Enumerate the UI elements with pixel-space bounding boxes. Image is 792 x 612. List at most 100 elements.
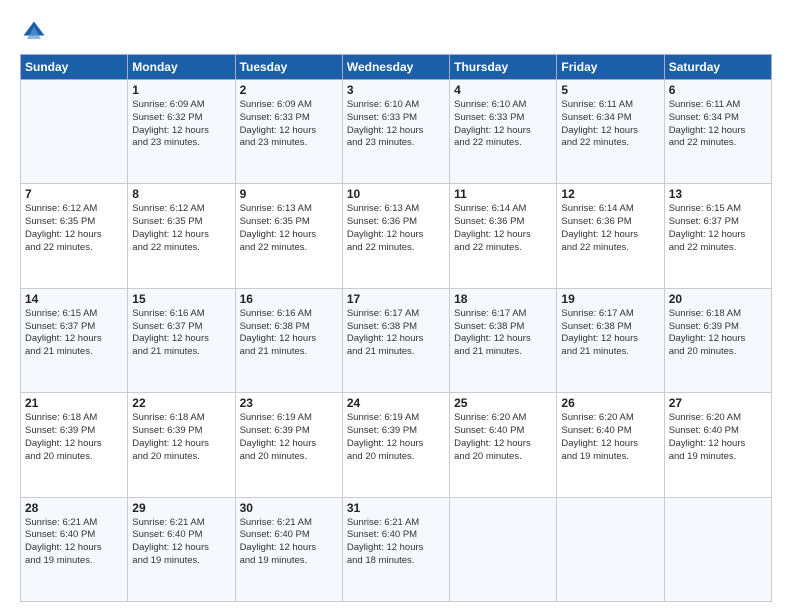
calendar-week-row: 21Sunrise: 6:18 AM Sunset: 6:39 PM Dayli… — [21, 393, 772, 497]
day-number: 22 — [132, 396, 230, 410]
day-info: Sunrise: 6:15 AM Sunset: 6:37 PM Dayligh… — [669, 203, 767, 254]
calendar-cell: 9 Sunrise: 6:13 AM Sunset: 6:35 PM Daylig… — [235, 184, 342, 288]
day-info: Sunrise: 6:16 AM Sunset: 6:38 PM Dayligh… — [240, 308, 338, 359]
calendar-cell: 10 Sunrise: 6:13 AM Sunset: 6:36 PM Dayli… — [342, 184, 449, 288]
day-info: Sunrise: 6:21 AM Sunset: 6:40 PM Dayligh… — [240, 517, 338, 568]
calendar-cell: 4 Sunrise: 6:10 AM Sunset: 6:33 PM Daylig… — [450, 80, 557, 184]
day-info: Sunrise: 6:17 AM Sunset: 6:38 PM Dayligh… — [347, 308, 445, 359]
calendar-cell: 24 Sunrise: 6:19 AM Sunset: 6:39 PM Dayli… — [342, 393, 449, 497]
day-info: Sunrise: 6:19 AM Sunset: 6:39 PM Dayligh… — [347, 412, 445, 463]
calendar-cell — [450, 497, 557, 601]
day-number: 2 — [240, 83, 338, 97]
day-number: 3 — [347, 83, 445, 97]
logo-icon — [20, 18, 48, 46]
day-number: 18 — [454, 292, 552, 306]
day-info: Sunrise: 6:18 AM Sunset: 6:39 PM Dayligh… — [132, 412, 230, 463]
calendar-day-header: Tuesday — [235, 55, 342, 80]
calendar-cell: 30 Sunrise: 6:21 AM Sunset: 6:40 PM Dayli… — [235, 497, 342, 601]
calendar-cell: 29 Sunrise: 6:21 AM Sunset: 6:40 PM Dayli… — [128, 497, 235, 601]
day-info: Sunrise: 6:15 AM Sunset: 6:37 PM Dayligh… — [25, 308, 123, 359]
calendar-cell: 3 Sunrise: 6:10 AM Sunset: 6:33 PM Daylig… — [342, 80, 449, 184]
calendar-cell: 27 Sunrise: 6:20 AM Sunset: 6:40 PM Dayli… — [664, 393, 771, 497]
logo — [20, 18, 52, 46]
day-number: 28 — [25, 501, 123, 515]
day-info: Sunrise: 6:18 AM Sunset: 6:39 PM Dayligh… — [669, 308, 767, 359]
calendar-cell: 2Sunrise: 6:09 AM Sunset: 6:33 PM Daylig… — [235, 80, 342, 184]
calendar-cell — [557, 497, 664, 601]
day-number: 9 — [240, 187, 338, 201]
day-number: 8 — [132, 187, 230, 201]
header — [20, 18, 772, 46]
day-number: 10 — [347, 187, 445, 201]
calendar-cell: 31Sunrise: 6:21 AM Sunset: 6:40 PM Dayli… — [342, 497, 449, 601]
calendar-cell: 23 Sunrise: 6:19 AM Sunset: 6:39 PM Dayli… — [235, 393, 342, 497]
day-number: 27 — [669, 396, 767, 410]
day-info: Sunrise: 6:11 AM Sunset: 6:34 PM Dayligh… — [669, 99, 767, 150]
calendar-header-row: SundayMondayTuesdayWednesdayThursdayFrid… — [21, 55, 772, 80]
calendar-cell: 13 Sunrise: 6:15 AM Sunset: 6:37 PM Dayli… — [664, 184, 771, 288]
day-number: 23 — [240, 396, 338, 410]
calendar-cell: 16 Sunrise: 6:16 AM Sunset: 6:38 PM Dayli… — [235, 288, 342, 392]
day-number: 26 — [561, 396, 659, 410]
day-number: 30 — [240, 501, 338, 515]
day-number: 11 — [454, 187, 552, 201]
day-info: Sunrise: 6:20 AM Sunset: 6:40 PM Dayligh… — [454, 412, 552, 463]
day-info: Sunrise: 6:14 AM Sunset: 6:36 PM Dayligh… — [454, 203, 552, 254]
calendar-cell: 22 Sunrise: 6:18 AM Sunset: 6:39 PM Dayli… — [128, 393, 235, 497]
day-number: 31 — [347, 501, 445, 515]
day-info: Sunrise: 6:14 AM Sunset: 6:36 PM Dayligh… — [561, 203, 659, 254]
calendar-cell: 25 Sunrise: 6:20 AM Sunset: 6:40 PM Dayli… — [450, 393, 557, 497]
calendar-week-row: 7Sunrise: 6:12 AM Sunset: 6:35 PM Daylig… — [21, 184, 772, 288]
calendar-day-header: Thursday — [450, 55, 557, 80]
calendar-cell: 8Sunrise: 6:12 AM Sunset: 6:35 PM Daylig… — [128, 184, 235, 288]
day-number: 4 — [454, 83, 552, 97]
calendar-cell: 28 Sunrise: 6:21 AM Sunset: 6:40 PM Dayli… — [21, 497, 128, 601]
calendar-cell — [21, 80, 128, 184]
calendar-cell: 21Sunrise: 6:18 AM Sunset: 6:39 PM Dayli… — [21, 393, 128, 497]
calendar-cell: 6 Sunrise: 6:11 AM Sunset: 6:34 PM Daylig… — [664, 80, 771, 184]
calendar-cell: 18 Sunrise: 6:17 AM Sunset: 6:38 PM Dayli… — [450, 288, 557, 392]
day-number: 13 — [669, 187, 767, 201]
day-number: 5 — [561, 83, 659, 97]
calendar-week-row: 1 Sunrise: 6:09 AM Sunset: 6:32 PM Daylig… — [21, 80, 772, 184]
calendar-cell: 20 Sunrise: 6:18 AM Sunset: 6:39 PM Dayli… — [664, 288, 771, 392]
day-info: Sunrise: 6:10 AM Sunset: 6:33 PM Dayligh… — [454, 99, 552, 150]
calendar-cell: 26 Sunrise: 6:20 AM Sunset: 6:40 PM Dayli… — [557, 393, 664, 497]
day-number: 19 — [561, 292, 659, 306]
day-number: 6 — [669, 83, 767, 97]
calendar-cell: 5 Sunrise: 6:11 AM Sunset: 6:34 PM Daylig… — [557, 80, 664, 184]
page: SundayMondayTuesdayWednesdayThursdayFrid… — [0, 0, 792, 612]
day-info: Sunrise: 6:11 AM Sunset: 6:34 PM Dayligh… — [561, 99, 659, 150]
calendar-cell: 12 Sunrise: 6:14 AM Sunset: 6:36 PM Dayli… — [557, 184, 664, 288]
day-info: Sunrise: 6:18 AM Sunset: 6:39 PM Dayligh… — [25, 412, 123, 463]
calendar-cell: 19Sunrise: 6:17 AM Sunset: 6:38 PM Dayli… — [557, 288, 664, 392]
day-number: 1 — [132, 83, 230, 97]
calendar-week-row: 14 Sunrise: 6:15 AM Sunset: 6:37 PM Dayli… — [21, 288, 772, 392]
day-number: 17 — [347, 292, 445, 306]
day-number: 16 — [240, 292, 338, 306]
day-info: Sunrise: 6:17 AM Sunset: 6:38 PM Dayligh… — [454, 308, 552, 359]
day-info: Sunrise: 6:21 AM Sunset: 6:40 PM Dayligh… — [132, 517, 230, 568]
day-info: Sunrise: 6:13 AM Sunset: 6:36 PM Dayligh… — [347, 203, 445, 254]
calendar-cell: 15Sunrise: 6:16 AM Sunset: 6:37 PM Dayli… — [128, 288, 235, 392]
day-number: 20 — [669, 292, 767, 306]
day-number: 14 — [25, 292, 123, 306]
day-info: Sunrise: 6:16 AM Sunset: 6:37 PM Dayligh… — [132, 308, 230, 359]
day-info: Sunrise: 6:21 AM Sunset: 6:40 PM Dayligh… — [25, 517, 123, 568]
calendar-day-header: Saturday — [664, 55, 771, 80]
day-number: 12 — [561, 187, 659, 201]
day-info: Sunrise: 6:13 AM Sunset: 6:35 PM Dayligh… — [240, 203, 338, 254]
calendar-cell: 11 Sunrise: 6:14 AM Sunset: 6:36 PM Dayli… — [450, 184, 557, 288]
day-info: Sunrise: 6:09 AM Sunset: 6:32 PM Dayligh… — [132, 99, 230, 150]
day-info: Sunrise: 6:20 AM Sunset: 6:40 PM Dayligh… — [669, 412, 767, 463]
calendar-day-header: Friday — [557, 55, 664, 80]
day-info: Sunrise: 6:20 AM Sunset: 6:40 PM Dayligh… — [561, 412, 659, 463]
day-number: 24 — [347, 396, 445, 410]
day-number: 25 — [454, 396, 552, 410]
day-number: 7 — [25, 187, 123, 201]
day-info: Sunrise: 6:19 AM Sunset: 6:39 PM Dayligh… — [240, 412, 338, 463]
day-number: 29 — [132, 501, 230, 515]
day-info: Sunrise: 6:10 AM Sunset: 6:33 PM Dayligh… — [347, 99, 445, 150]
calendar-cell: 7Sunrise: 6:12 AM Sunset: 6:35 PM Daylig… — [21, 184, 128, 288]
calendar-cell — [664, 497, 771, 601]
